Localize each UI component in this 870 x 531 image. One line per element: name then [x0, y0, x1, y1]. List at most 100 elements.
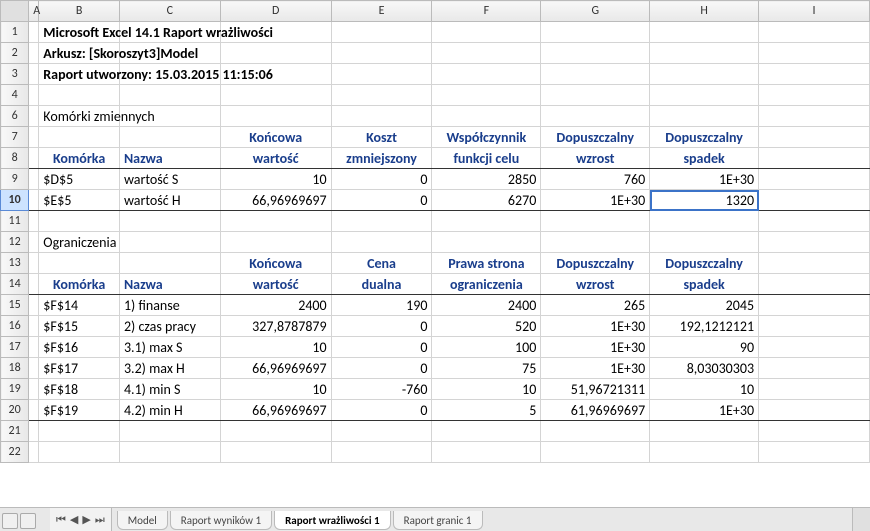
cell[interactable]: 2045	[650, 295, 759, 316]
cell[interactable]: 520	[432, 316, 541, 337]
cell[interactable]: spadek	[650, 148, 759, 169]
cell[interactable]: 4.2) min H	[119, 400, 220, 421]
cell[interactable]: Współczynnik	[432, 127, 541, 148]
row-header[interactable]: 22	[1, 442, 29, 463]
cell[interactable]: 1E+30	[541, 190, 650, 211]
row-header[interactable]: 10	[1, 190, 29, 211]
cell[interactable]: wartość S	[119, 169, 220, 190]
cell[interactable]: zmniejszony	[331, 148, 432, 169]
column-header-row[interactable]: A B C D E F G H I	[1, 1, 870, 22]
row-header[interactable]: 11	[1, 211, 29, 232]
cell[interactable]: Ograniczenia	[39, 232, 120, 253]
next-tab-icon[interactable]: ▶	[82, 513, 90, 526]
cell[interactable]: 51,96721311	[541, 379, 650, 400]
cell[interactable]: Raport utworzony: 15.03.2015 11:15:06	[39, 64, 120, 85]
cell[interactable]: wzrost	[541, 148, 650, 169]
cell[interactable]: 5	[432, 400, 541, 421]
row-header[interactable]: 13	[1, 253, 29, 274]
tab-nav-buttons[interactable]: ⏮ ◀ ▶ ⏭	[50, 508, 112, 531]
cell[interactable]: Dopuszczalny	[541, 127, 650, 148]
row-header[interactable]: 15	[1, 295, 29, 316]
tab-sensitivity-report[interactable]: Raport wrażliwości 1	[274, 511, 391, 530]
col-header-A[interactable]: A	[29, 1, 39, 22]
first-tab-icon[interactable]: ⏮	[56, 513, 66, 527]
cell[interactable]: 1E+30	[650, 400, 759, 421]
col-header-B[interactable]: B	[39, 1, 120, 22]
cell[interactable]: 0	[331, 190, 432, 211]
cell[interactable]: 0	[331, 358, 432, 379]
cell[interactable]: $F$19	[39, 400, 120, 421]
select-all-corner[interactable]	[1, 1, 29, 22]
cell[interactable]: Arkusz: [Skoroszyt3]Model	[39, 43, 120, 64]
cell[interactable]: 3.2) max H	[119, 358, 220, 379]
row-header[interactable]: 16	[1, 316, 29, 337]
cell[interactable]: wartość	[220, 274, 331, 295]
cell[interactable]: 75	[432, 358, 541, 379]
cell[interactable]: 66,96969697	[220, 358, 331, 379]
cell[interactable]: $E$5	[39, 190, 120, 211]
cell[interactable]: wzrost	[541, 274, 650, 295]
cell[interactable]: 2400	[220, 295, 331, 316]
cell[interactable]: 2) czas pracy	[119, 316, 220, 337]
cell[interactable]: Końcowa	[220, 127, 331, 148]
view-mode-icons[interactable]	[2, 513, 36, 529]
row-header[interactable]: 7	[1, 127, 29, 148]
cell[interactable]: 760	[541, 169, 650, 190]
cell[interactable]: 10	[432, 379, 541, 400]
prev-tab-icon[interactable]: ◀	[70, 513, 78, 526]
cell[interactable]: spadek	[650, 274, 759, 295]
cell[interactable]: Końcowa	[220, 253, 331, 274]
cell[interactable]: 1) finanse	[119, 295, 220, 316]
cell[interactable]: 1E+30	[541, 358, 650, 379]
col-header-G[interactable]: G	[541, 1, 650, 22]
cell[interactable]: 10	[220, 337, 331, 358]
cell[interactable]: Dopuszczalny	[650, 127, 759, 148]
cell[interactable]: 327,8787879	[220, 316, 331, 337]
col-header-E[interactable]: E	[331, 1, 432, 22]
cell[interactable]: Cena	[331, 253, 432, 274]
cell[interactable]: Komórka	[39, 148, 120, 169]
cell[interactable]: Dopuszczalny	[541, 253, 650, 274]
cell[interactable]: -760	[331, 379, 432, 400]
cell[interactable]: dualna	[331, 274, 432, 295]
row-header[interactable]: 6	[1, 106, 29, 127]
cell[interactable]: funkcji celu	[432, 148, 541, 169]
row-header[interactable]: 8	[1, 148, 29, 169]
cell[interactable]: Nazwa	[119, 148, 220, 169]
cell[interactable]: 2850	[432, 169, 541, 190]
row-header[interactable]: 3	[1, 64, 29, 85]
cell[interactable]: Prawa strona	[432, 253, 541, 274]
cell[interactable]: 265	[541, 295, 650, 316]
cell[interactable]: 190	[331, 295, 432, 316]
cell[interactable]: 8,03030303	[650, 358, 759, 379]
cell[interactable]: 90	[650, 337, 759, 358]
cell[interactable]: 10	[650, 379, 759, 400]
cell[interactable]: Komórki zmiennych	[39, 106, 120, 127]
cell[interactable]: Koszt	[331, 127, 432, 148]
cell[interactable]: 10	[220, 169, 331, 190]
row-header[interactable]: 4	[1, 85, 29, 106]
cell[interactable]: $F$18	[39, 379, 120, 400]
page-layout-view-icon[interactable]	[20, 513, 36, 529]
cell[interactable]: Nazwa	[119, 274, 220, 295]
cell[interactable]: 66,96969697	[220, 400, 331, 421]
horizontal-scrollbar[interactable]	[852, 508, 870, 531]
cell[interactable]: 6270	[432, 190, 541, 211]
row-header[interactable]: 12	[1, 232, 29, 253]
row-header[interactable]: 19	[1, 379, 29, 400]
normal-view-icon[interactable]	[2, 513, 18, 529]
cell[interactable]: 66,96969697	[220, 190, 331, 211]
tab-model[interactable]: Model	[117, 511, 168, 530]
cell[interactable]: 1E+30	[541, 316, 650, 337]
row-header[interactable]: 14	[1, 274, 29, 295]
cell[interactable]: 192,1212121	[650, 316, 759, 337]
spreadsheet-grid[interactable]: A B C D E F G H I 1 Microsoft Excel 14.1…	[0, 0, 870, 507]
col-header-F[interactable]: F	[432, 1, 541, 22]
cell[interactable]: 3.1) max S	[119, 337, 220, 358]
col-header-D[interactable]: D	[220, 1, 331, 22]
cell[interactable]: 1E+30	[650, 169, 759, 190]
cell[interactable]: wartość	[220, 148, 331, 169]
cell[interactable]: $F$16	[39, 337, 120, 358]
row-header[interactable]: 18	[1, 358, 29, 379]
cell[interactable]: 0	[331, 316, 432, 337]
